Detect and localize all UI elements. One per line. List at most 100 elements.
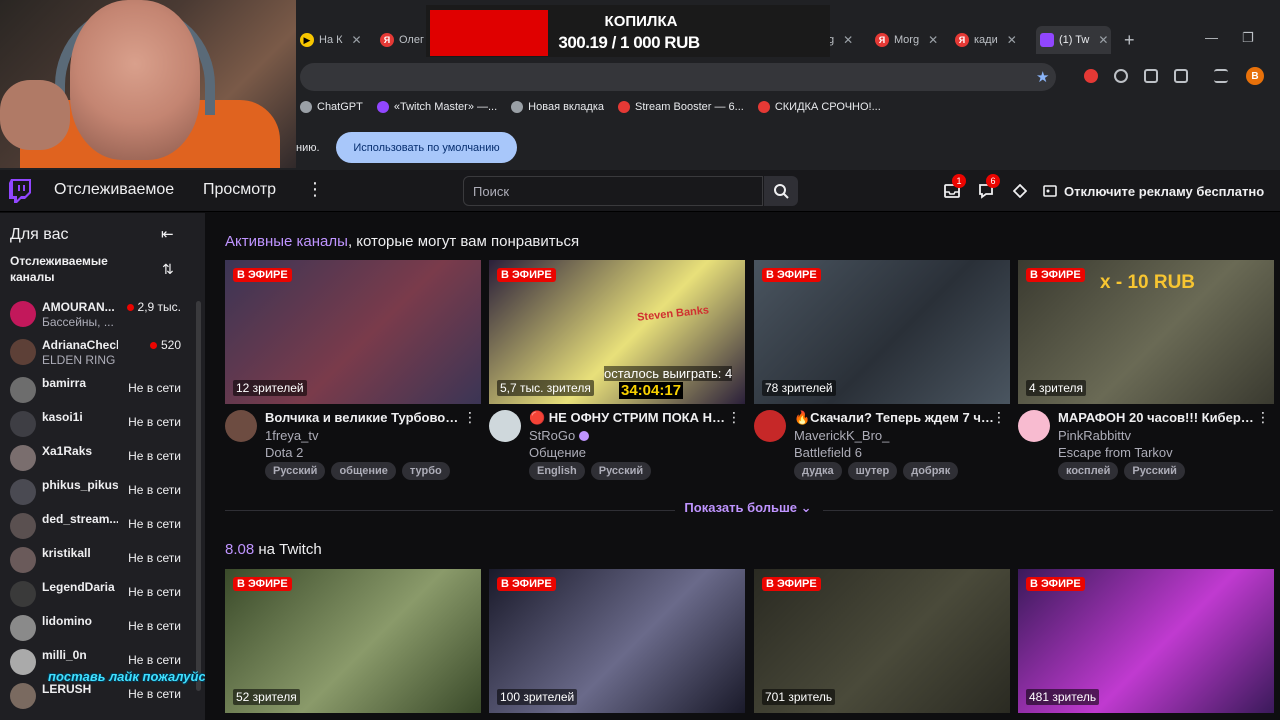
maximize-icon[interactable]: ❐ (1242, 30, 1254, 46)
close-tab-icon[interactable]: ✕ (843, 33, 853, 47)
sidebar-channel[interactable]: LegendDaria Не в сети (0, 577, 205, 611)
collapse-sidebar-icon[interactable]: ⇤ (161, 225, 174, 243)
close-tab-icon[interactable]: ✕ (928, 33, 938, 47)
twitch-logo-icon[interactable] (9, 179, 31, 203)
search-button[interactable] (764, 176, 798, 206)
stream-card[interactable]: В ЭФИРЕ 78 зрителей 🔥Скачали? Теперь ждем … (754, 260, 1010, 484)
more-menu-icon[interactable]: ⋮ (306, 179, 324, 200)
game-name[interactable]: Общение (529, 445, 586, 460)
card-menu-icon[interactable]: ⋮ (727, 409, 741, 426)
extension-icon[interactable] (1114, 69, 1128, 83)
channel-name[interactable]: StRoGo (529, 428, 590, 443)
sidebar-channel[interactable]: bamirra Не в сети (0, 373, 205, 407)
sidebar-channel[interactable]: phikus_pikus Не в сети (0, 475, 205, 509)
stream-thumbnail[interactable]: В ЭФИРЕ 100 зрителей (489, 569, 745, 713)
puzzle-icon[interactable] (1174, 69, 1188, 83)
section-title-link[interactable]: Активные каналы (225, 233, 348, 250)
close-tab-icon[interactable]: ✕ (352, 33, 362, 47)
tag[interactable]: шутер (847, 462, 898, 480)
browser-tab[interactable]: (1) Tw ✕ (1036, 26, 1111, 54)
tag[interactable]: Русский (590, 462, 652, 480)
stream-thumbnail[interactable]: В ЭФИРЕ 5,7 тыс. зрителя 34:04:17 Steven Ba… (489, 260, 745, 404)
stream-thumbnail[interactable]: В ЭФИРЕ 78 зрителей (754, 260, 1010, 404)
nav-browse[interactable]: Просмотр (203, 181, 276, 199)
extension-icon[interactable] (1144, 69, 1158, 83)
tag-list: косплей Русский (1058, 462, 1185, 480)
stream-thumbnail[interactable]: В ЭФИРЕ 481 зритель (1018, 569, 1274, 713)
tag[interactable]: Русский (265, 462, 326, 480)
sidebar-channel[interactable]: lidomino Не в сети (0, 611, 205, 645)
card-menu-icon[interactable]: ⋮ (463, 409, 477, 426)
channel-avatar[interactable] (1018, 410, 1050, 442)
sidebar-channel[interactable]: AMOURAN... Бассейны, ... 2,9 тыс. (0, 297, 205, 335)
tag[interactable]: турбо (401, 462, 450, 480)
tag[interactable]: дудка (794, 462, 842, 480)
bookmark-item[interactable]: ChatGPT (300, 101, 363, 113)
stream-title[interactable]: Волчика и великие Турбовойн... (265, 410, 465, 425)
nav-following[interactable]: Отслеживаемое (54, 181, 174, 199)
stream-card[interactable]: В ЭФИРЕ 52 зрителя (225, 569, 481, 713)
inbox-icon[interactable]: 1 (942, 174, 966, 201)
whispers-icon[interactable]: 6 (976, 174, 1000, 201)
channel-name[interactable]: 1freya_tv (265, 428, 318, 443)
stream-card[interactable]: В ЭФИРЕ 12 зрителей Волчика и великие Турб… (225, 260, 481, 484)
omnibox[interactable] (300, 63, 1056, 91)
sidebar-channel[interactable]: AdrianaChechik_ELDEN RING 520 (0, 335, 205, 373)
tag[interactable]: общение (331, 462, 396, 480)
stream-card[interactable]: В ЭФИРЕ 481 зритель (1018, 569, 1274, 713)
stream-title[interactable]: 🔥Скачали? Теперь ждем 7 чи... (794, 410, 994, 426)
browser-tab[interactable]: Я Morg ✕ (871, 26, 943, 54)
tag[interactable]: Русский (1124, 462, 1185, 480)
sidebar-channel[interactable]: Xa1Raks Не в сети (0, 441, 205, 475)
extension-icon[interactable] (1084, 69, 1098, 83)
sidebar-channel[interactable]: kristikall Не в сети (0, 543, 205, 577)
channel-avatar[interactable] (225, 410, 257, 442)
show-more-button[interactable]: Показать больше ⌄ (673, 500, 823, 516)
menu-icon[interactable] (1214, 69, 1228, 83)
channel-avatar[interactable] (754, 410, 786, 442)
card-menu-icon[interactable]: ⋮ (1256, 409, 1270, 426)
stream-thumbnail[interactable]: В ЭФИРЕ 12 зрителей (225, 260, 481, 404)
game-name[interactable]: Battlefield 6 (794, 445, 862, 460)
close-tab-icon[interactable]: ✕ (1098, 33, 1108, 47)
stream-card[interactable]: В ЭФИРЕ 701 зритель (754, 569, 1010, 713)
browser-tab[interactable]: ▶ На К ✕ (296, 26, 366, 54)
tag[interactable]: косплей (1058, 462, 1119, 480)
stream-title[interactable]: МАРАФОН 20 часов!!! Киберко... (1058, 410, 1258, 425)
channel-name[interactable]: MaverickK_Bro_ (794, 428, 889, 443)
search-input[interactable] (463, 176, 763, 206)
bookmark-item[interactable]: Stream Booster — 6... (618, 101, 744, 113)
new-tab-button[interactable]: + (1124, 30, 1135, 51)
stream-thumbnail[interactable]: В ЭФИРЕ 52 зрителя (225, 569, 481, 713)
bookmark-star-icon[interactable]: ★ (1036, 68, 1049, 86)
prime-crown-icon[interactable] (1010, 181, 1030, 201)
sidebar-channel[interactable]: ded_stream... Не в сети (0, 509, 205, 543)
stream-card[interactable]: В ЭФИРЕ 4 зрителя x - 10 RUB МАРАФОН 20 час… (1018, 260, 1274, 484)
minimize-icon[interactable]: — (1205, 30, 1218, 45)
card-menu-icon[interactable]: ⋮ (992, 409, 1006, 426)
close-tab-icon[interactable]: ✕ (1007, 33, 1017, 47)
sort-icon[interactable]: ⇅ (162, 261, 174, 278)
adfree-button[interactable]: Отключите рекламу бесплатно (1043, 177, 1264, 205)
game-name[interactable]: Escape from Tarkov (1058, 445, 1173, 460)
bookmark-item[interactable]: СКИДКА СРОЧНО!... (757, 101, 881, 113)
sidebar-channel[interactable]: LERUSH Не в сети (0, 679, 205, 713)
channel-avatar[interactable] (489, 410, 521, 442)
use-default-button[interactable]: Использовать по умолчанию (336, 132, 517, 163)
stream-card[interactable]: В ЭФИРЕ 5,7 тыс. зрителя 34:04:17 Steven Ba… (489, 260, 745, 484)
stream-thumbnail[interactable]: В ЭФИРЕ 701 зритель (754, 569, 1010, 713)
game-name[interactable]: Dota 2 (265, 445, 303, 460)
channel-name[interactable]: PinkRabbittv (1058, 428, 1131, 443)
divider (225, 510, 675, 511)
tag[interactable]: добряк (903, 462, 959, 480)
profile-avatar[interactable]: B (1246, 67, 1264, 85)
browser-tab[interactable]: Якади ✕ (951, 26, 1023, 54)
sidebar-channel[interactable]: kasoi1i Не в сети (0, 407, 205, 441)
tag[interactable]: English (529, 462, 585, 480)
stream-title[interactable]: 🔴 НЕ ОФНУ СТРИМ ПОКА НЕ ... (529, 410, 729, 426)
bookmark-item[interactable]: «Twitch Master» —... (376, 101, 497, 113)
stream-card[interactable]: В ЭФИРЕ 100 зрителей (489, 569, 745, 713)
bookmark-item[interactable]: Новая вкладка (511, 101, 604, 113)
stream-thumbnail[interactable]: В ЭФИРЕ 4 зрителя x - 10 RUB (1018, 260, 1274, 404)
sidebar-scrollbar[interactable] (196, 301, 201, 691)
